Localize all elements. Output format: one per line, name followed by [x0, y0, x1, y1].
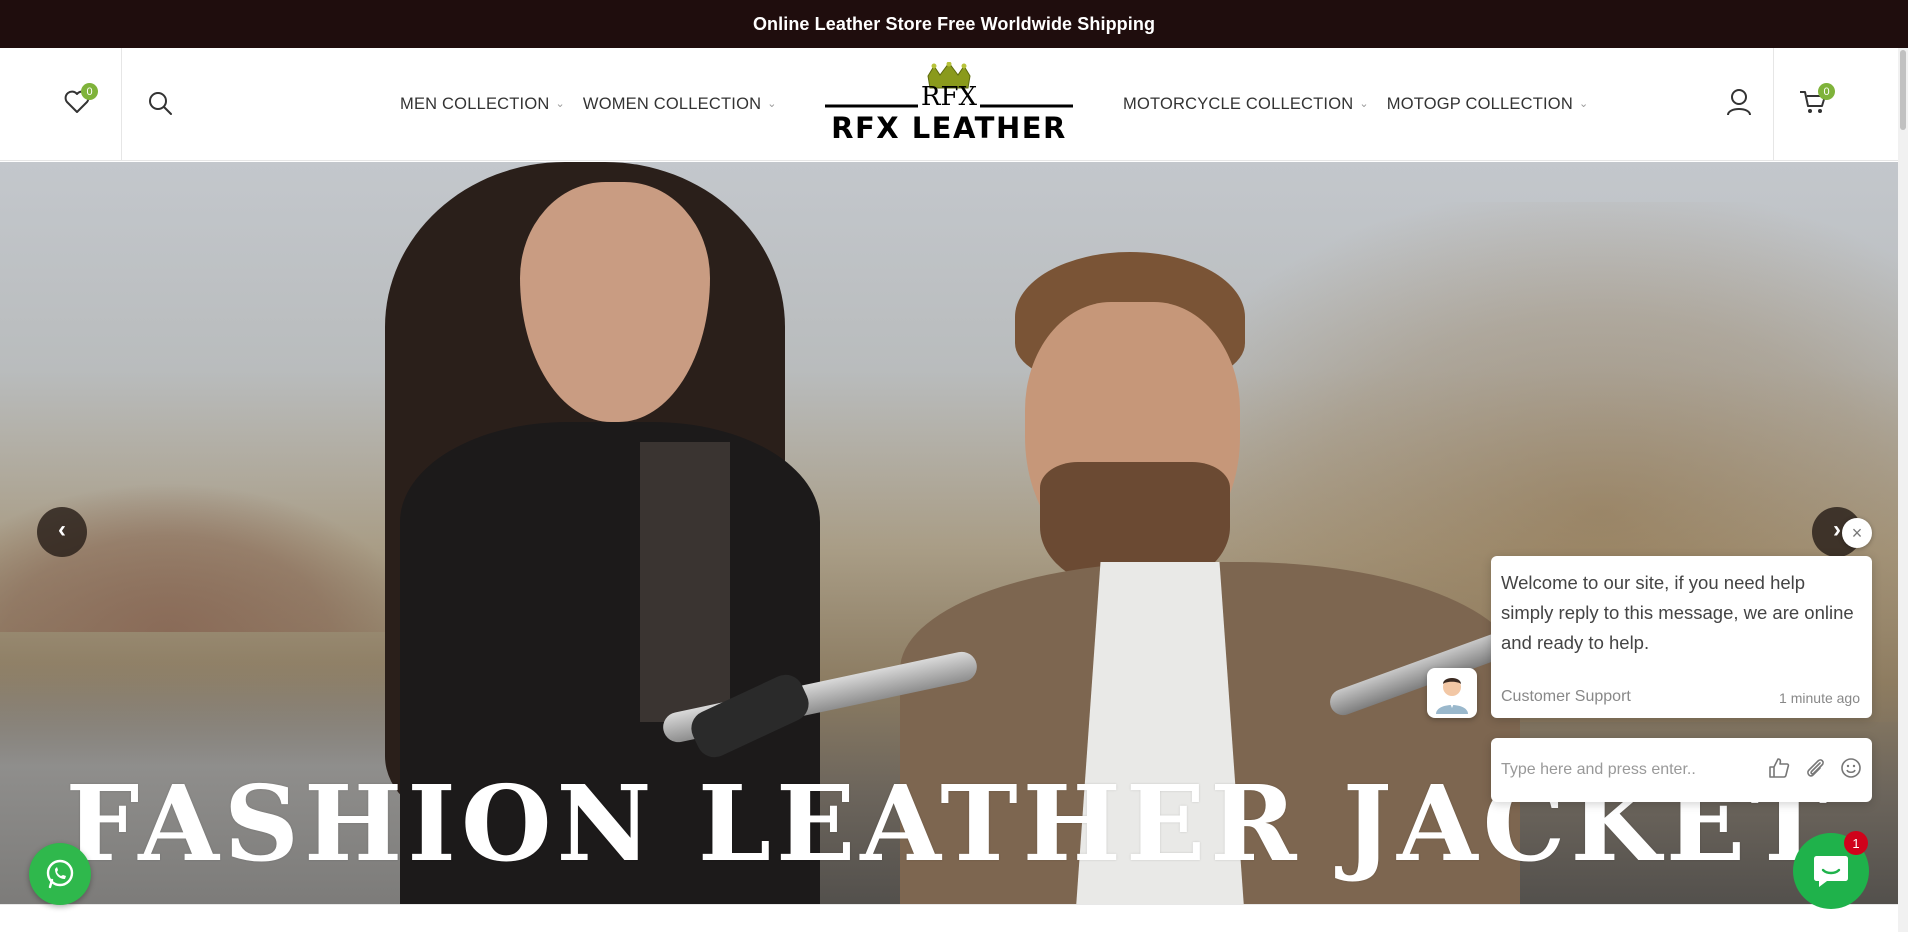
announcement-text: Online Leather Store Free Worldwide Ship… [752, 13, 1156, 34]
unread-count-badge: 1 [1844, 831, 1868, 855]
whatsapp-icon [46, 859, 74, 889]
chat-bubble-icon [1814, 856, 1848, 887]
header-right-tools: 0 [1773, 48, 1898, 160]
cart-button[interactable]: 0 [1799, 83, 1835, 115]
chat-timestamp: 1 minute ago [1779, 690, 1860, 706]
thumbs-up-icon[interactable] [1768, 757, 1790, 784]
header-left-tools: 0 [0, 48, 122, 160]
chat-agent-avatar [1427, 668, 1477, 718]
emoji-icon[interactable] [1840, 757, 1862, 784]
nav-label: MOTORCYCLE COLLECTION [1123, 94, 1354, 113]
nav-label: MOTOGP COLLECTION [1386, 94, 1573, 113]
hero-woman-top [640, 442, 730, 722]
page-scrollbar[interactable] [1898, 48, 1908, 932]
hero-background-mountains [0, 482, 420, 632]
chat-input-bar [1491, 738, 1872, 802]
nav-label: WOMEN COLLECTION [582, 94, 762, 113]
nav-right: MOTORCYCLE COLLECTION ⌄ MOTOGP COLLECTIO… [1123, 48, 1588, 160]
chevron-down-icon: ⌄ [1359, 97, 1369, 110]
cart-count-badge: 0 [1818, 83, 1835, 100]
slider-prev-button[interactable]: ‹ [37, 507, 87, 557]
nav-motorcycle-collection[interactable]: MOTORCYCLE COLLECTION ⌄ [1123, 95, 1369, 114]
chevron-down-icon: ⌄ [1578, 97, 1589, 110]
chevron-down-icon: ⌄ [767, 97, 777, 110]
account-button[interactable] [1724, 87, 1754, 117]
chevron-right-icon: › [1833, 516, 1841, 543]
chat-author: Customer Support [1501, 688, 1631, 705]
user-icon [1727, 89, 1751, 116]
page-bottom-strip [0, 904, 1898, 932]
chevron-left-icon: ‹ [58, 516, 66, 543]
support-agent-icon [1436, 678, 1468, 714]
nav-men-collection[interactable]: MEN COLLECTION ⌄ [400, 95, 565, 114]
nav-women-collection[interactable]: WOMEN COLLECTION ⌄ [583, 95, 777, 114]
chevron-down-icon: ⌄ [555, 97, 565, 110]
logo-main-text: RFX LEATHER [831, 111, 1067, 145]
chat-message-text: Welcome to our site, if you need help si… [1501, 572, 1854, 653]
search-icon [149, 92, 172, 115]
logo-top-text: RFX [920, 82, 978, 112]
nav-label: MEN COLLECTION [400, 94, 550, 113]
wishlist-button[interactable]: 0 [64, 83, 98, 115]
close-icon: × [1851, 522, 1863, 543]
search-button[interactable] [146, 89, 174, 117]
site-logo[interactable]: RFX RFX LEATHER [822, 61, 1076, 152]
site-header: 0 MEN COLLECTION ⌄ WOMEN COLLECTION ⌄ RF… [0, 48, 1898, 161]
chat-close-button[interactable]: × [1842, 518, 1872, 548]
paperclip-icon[interactable] [1804, 757, 1826, 784]
chat-message-meta: Customer Support 1 minute ago [1501, 688, 1860, 706]
chat-message-input[interactable] [1501, 761, 1768, 779]
page: Online Leather Store Free Worldwide Ship… [0, 0, 1908, 932]
chat-tools [1768, 757, 1862, 784]
whatsapp-button[interactable] [29, 843, 91, 905]
scrollbar-thumb[interactable] [1900, 50, 1906, 130]
chat-message-bubble: Welcome to our site, if you need help si… [1491, 556, 1872, 718]
announcement-bar: Online Leather Store Free Worldwide Ship… [0, 0, 1908, 48]
wishlist-count-badge: 0 [81, 83, 98, 100]
nav-left: MEN COLLECTION ⌄ WOMEN COLLECTION ⌄ [400, 48, 777, 160]
nav-motogp-collection[interactable]: MOTOGP COLLECTION ⌄ [1387, 95, 1589, 114]
chat-launcher-button[interactable]: 1 [1793, 831, 1869, 909]
